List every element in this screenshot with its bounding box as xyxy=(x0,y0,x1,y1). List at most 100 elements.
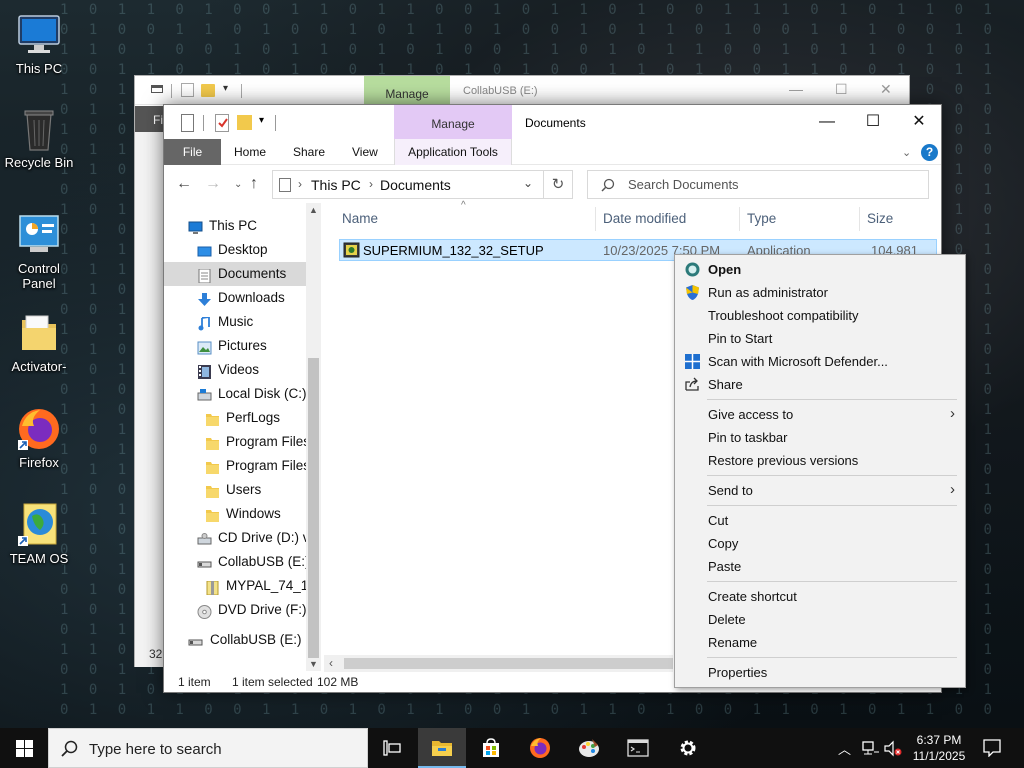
file-list-horizontal-scrollbar[interactable]: ‹ xyxy=(324,655,673,672)
context-menu[interactable]: Open Run as administrator Troubleshoot com… xyxy=(674,254,966,688)
desktop-icon-activator[interactable]: Activator- xyxy=(0,310,78,374)
breadcrumb-this-pc[interactable]: This PC xyxy=(311,177,361,193)
new-folder-icon[interactable] xyxy=(237,115,252,130)
refresh-button[interactable]: ↻ xyxy=(544,170,573,199)
sidebar-item-mypal-74-1[interactable]: MYPAL_74_1_ xyxy=(164,574,321,598)
column-header-name[interactable]: Name xyxy=(342,211,378,226)
column-separator[interactable] xyxy=(859,207,860,231)
desktop-icon-recycle-bin[interactable]: Recycle Bin xyxy=(0,106,78,170)
help-icon[interactable]: ? xyxy=(921,144,938,161)
expand-ribbon-chevron-icon[interactable]: ⌄ xyxy=(902,146,911,159)
breadcrumb-documents[interactable]: Documents xyxy=(380,177,451,193)
column-header-date-modified[interactable]: Date modified xyxy=(603,211,686,226)
menu-item-paste[interactable]: Paste xyxy=(675,555,965,578)
network-icon[interactable] xyxy=(862,740,880,756)
sidebar-item-collabusb-e[interactable]: CollabUSB (E:) xyxy=(164,628,321,652)
menu-item-open[interactable]: Open xyxy=(675,258,965,281)
properties-icon[interactable] xyxy=(181,114,194,132)
sidebar-item-users[interactable]: Users xyxy=(164,478,321,502)
bg-manage-tab[interactable]: Manage xyxy=(364,76,450,106)
recent-locations-chevron-icon[interactable]: ⌄ xyxy=(234,179,242,190)
close-button[interactable]: ✕ xyxy=(896,105,942,139)
taskbar-settings[interactable] xyxy=(664,728,712,768)
sidebar-item-program-files[interactable]: Program Files xyxy=(164,430,321,454)
taskbar-microsoft-store[interactable] xyxy=(467,728,515,768)
sidebar-item-documents[interactable]: Documents xyxy=(164,262,321,286)
manage-tab[interactable]: Manage xyxy=(394,105,512,139)
menu-item-rename[interactable]: Rename xyxy=(675,631,965,654)
taskbar-firefox[interactable] xyxy=(516,728,564,768)
chevron-down-icon[interactable]: ▾ xyxy=(223,83,228,94)
scrollbar-thumb[interactable] xyxy=(308,358,319,658)
tab-application-tools[interactable]: Application Tools xyxy=(394,139,512,165)
sidebar-item-collabusb-e[interactable]: CollabUSB (E:) xyxy=(164,550,321,574)
menu-item-give-access-to[interactable]: Give access to › xyxy=(675,403,965,426)
back-button[interactable]: ← xyxy=(176,175,192,193)
maximize-button[interactable]: ☐ xyxy=(850,105,896,139)
sidebar-item-dvd-drive-f[interactable]: DVD Drive (F:) xyxy=(164,598,321,622)
taskbar-paint[interactable] xyxy=(565,728,613,768)
taskbar-clock[interactable]: 6:37 PM 11/1/2025 xyxy=(904,732,974,764)
scrollbar-thumb[interactable] xyxy=(344,658,673,669)
tab-view[interactable]: View xyxy=(352,139,378,165)
sidebar-item-windows[interactable]: Windows xyxy=(164,502,321,526)
taskbar-file-explorer[interactable] xyxy=(418,728,466,768)
column-header-size[interactable]: Size xyxy=(867,211,893,226)
bg-ribbon-file-label[interactable]: Fi xyxy=(153,113,163,127)
taskbar-command-prompt[interactable] xyxy=(614,728,662,768)
menu-item-restore-previous-versions[interactable]: Restore previous versions xyxy=(675,449,965,472)
menu-item-run-as-administrator[interactable]: Run as administrator xyxy=(675,281,965,304)
tab-share[interactable]: Share xyxy=(293,139,325,165)
up-button[interactable]: ↑ xyxy=(250,175,258,193)
taskbar-search-box[interactable]: Type here to search xyxy=(48,728,368,768)
show-hidden-icons-chevron-icon[interactable]: ︿ xyxy=(838,739,851,768)
column-separator[interactable] xyxy=(595,207,596,231)
menu-item-scan-with-microsoft-defender[interactable]: Scan with Microsoft Defender... xyxy=(675,350,965,373)
chevron-down-icon[interactable]: ▾ xyxy=(259,115,264,133)
menu-item-create-shortcut[interactable]: Create shortcut xyxy=(675,585,965,608)
task-view-button[interactable] xyxy=(368,728,416,768)
sidebar-item-perflogs[interactable]: PerfLogs xyxy=(164,406,321,430)
scroll-left-arrow-icon[interactable]: ‹ xyxy=(329,656,333,670)
menu-item-pin-to-start[interactable]: Pin to Start xyxy=(675,327,965,350)
menu-item-cut[interactable]: Cut xyxy=(675,509,965,532)
menu-item-delete[interactable]: Delete xyxy=(675,608,965,631)
sidebar-item-pictures[interactable]: Pictures xyxy=(164,334,321,358)
sidebar-item-local-disk-c[interactable]: Local Disk (C:) xyxy=(164,382,321,406)
desktop-icon-control-panel[interactable]: Control Panel xyxy=(0,212,78,291)
menu-item-copy[interactable]: Copy xyxy=(675,532,965,555)
menu-item-troubleshoot-compatibility[interactable]: Troubleshoot compatibility xyxy=(675,304,965,327)
tab-file[interactable]: File xyxy=(164,139,221,165)
sidebar-item-videos[interactable]: Videos xyxy=(164,358,321,382)
chevron-right-icon[interactable]: › xyxy=(298,177,302,191)
sidebar-item-music[interactable]: Music xyxy=(164,310,321,334)
checklist-icon[interactable] xyxy=(215,114,229,132)
window-titlebar[interactable]: ▾ Manage Documents — ☐ ✕ xyxy=(164,105,941,139)
notifications-icon[interactable] xyxy=(983,739,1001,757)
menu-item-pin-to-taskbar[interactable]: Pin to taskbar xyxy=(675,426,965,449)
maximize-button[interactable]: ☐ xyxy=(835,81,848,98)
nav-vertical-scrollbar[interactable]: ▲ ▼ xyxy=(306,203,321,671)
menu-item-send-to[interactable]: Send to › xyxy=(675,479,965,502)
minimize-button[interactable]: — xyxy=(804,105,850,139)
volume-muted-icon[interactable] xyxy=(884,740,902,757)
close-button[interactable]: ✕ xyxy=(880,81,892,98)
forward-button[interactable]: → xyxy=(205,175,221,193)
taskbar-search-input[interactable]: Type here to search xyxy=(89,741,222,758)
address-bar[interactable]: › This PC › Documents ⌄ xyxy=(272,170,544,199)
bg-window-titlebar[interactable]: ▾ Manage CollabUSB (E:) — ☐ ✕ xyxy=(135,76,909,106)
minimize-button[interactable]: — xyxy=(789,81,803,97)
address-history-chevron-icon[interactable]: ⌄ xyxy=(523,176,533,190)
sidebar-item-cd-drive-d-vi[interactable]: CD Drive (D:) vi xyxy=(164,526,321,550)
desktop-icon-team-os[interactable]: TEAM OS xyxy=(0,502,78,566)
tab-home[interactable]: Home xyxy=(234,139,266,165)
scroll-up-arrow-icon[interactable]: ▲ xyxy=(309,205,318,215)
menu-item-properties[interactable]: Properties xyxy=(675,661,965,684)
chevron-right-icon[interactable]: › xyxy=(369,177,373,191)
sidebar-item-program-files[interactable]: Program Files xyxy=(164,454,321,478)
menu-item-share[interactable]: Share xyxy=(675,373,965,396)
search-input[interactable]: Search Documents xyxy=(628,177,739,192)
column-separator[interactable] xyxy=(739,207,740,231)
desktop-icon-this-pc[interactable]: This PC xyxy=(0,12,78,76)
search-box[interactable]: Search Documents xyxy=(587,170,929,199)
